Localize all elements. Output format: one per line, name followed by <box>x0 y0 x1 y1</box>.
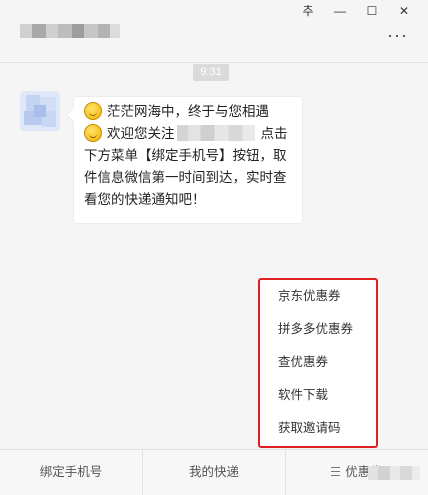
title-bar: 추 — ☐ ✕ ··· <box>0 0 428 63</box>
more-options-icon[interactable]: ··· <box>387 26 408 44</box>
message-bubble: 茫茫网海中，终于与您相遇 欢迎您关注 点击 下方菜单【绑定手机号】按钮，取 件信息… <box>73 96 303 224</box>
menu-icon <box>331 467 341 476</box>
menu-item-pdd-coupon[interactable]: 拼多多优惠券 <box>260 313 376 346</box>
minimize-icon[interactable]: — <box>324 2 356 20</box>
menu-item-invite-code[interactable]: 获取邀请码 <box>260 412 376 445</box>
message-timestamp: 9:31 <box>193 64 229 81</box>
message-text: 茫茫网海中，终于与您相遇 <box>107 104 269 119</box>
message-text: 件信息微信第一时间到达，实时查 <box>84 170 287 185</box>
message-text: 看您的快递通知吧！ <box>84 192 206 207</box>
tab-my-express[interactable]: 我的快递 <box>143 450 286 495</box>
coupon-submenu: 京东优惠券 拼多多优惠券 查优惠券 软件下载 获取邀请码 <box>258 278 378 448</box>
blurred-account-name <box>20 24 120 38</box>
pin-icon[interactable]: 추 <box>292 2 324 20</box>
menu-item-software-download[interactable]: 软件下载 <box>260 379 376 412</box>
wink-emoji-icon <box>84 124 102 142</box>
message-text: 点击 <box>260 126 288 141</box>
window-controls: 추 — ☐ ✕ <box>292 2 420 20</box>
blurred-region <box>368 466 420 480</box>
bottom-menu-bar: 绑定手机号 我的快递 优惠券 <box>0 449 428 495</box>
menu-item-check-coupon[interactable]: 查优惠券 <box>260 346 376 379</box>
message-line: 欢迎您关注 点击 <box>84 123 292 145</box>
message-text: 欢迎您关注 <box>107 126 175 141</box>
smile-emoji-icon <box>84 102 102 120</box>
avatar[interactable] <box>20 91 60 131</box>
menu-item-jd-coupon[interactable]: 京东优惠券 <box>260 280 376 313</box>
tab-label: 绑定手机号 <box>39 465 103 479</box>
blurred-account-name <box>176 125 255 141</box>
close-icon[interactable]: ✕ <box>388 2 420 20</box>
message-text: 下方菜单【绑定手机号】按钮，取 <box>84 148 287 163</box>
message-line: 茫茫网海中，终于与您相遇 <box>84 101 292 123</box>
tab-bind-phone[interactable]: 绑定手机号 <box>0 450 143 495</box>
maximize-icon[interactable]: ☐ <box>356 2 388 20</box>
tab-label: 我的快递 <box>188 465 239 479</box>
